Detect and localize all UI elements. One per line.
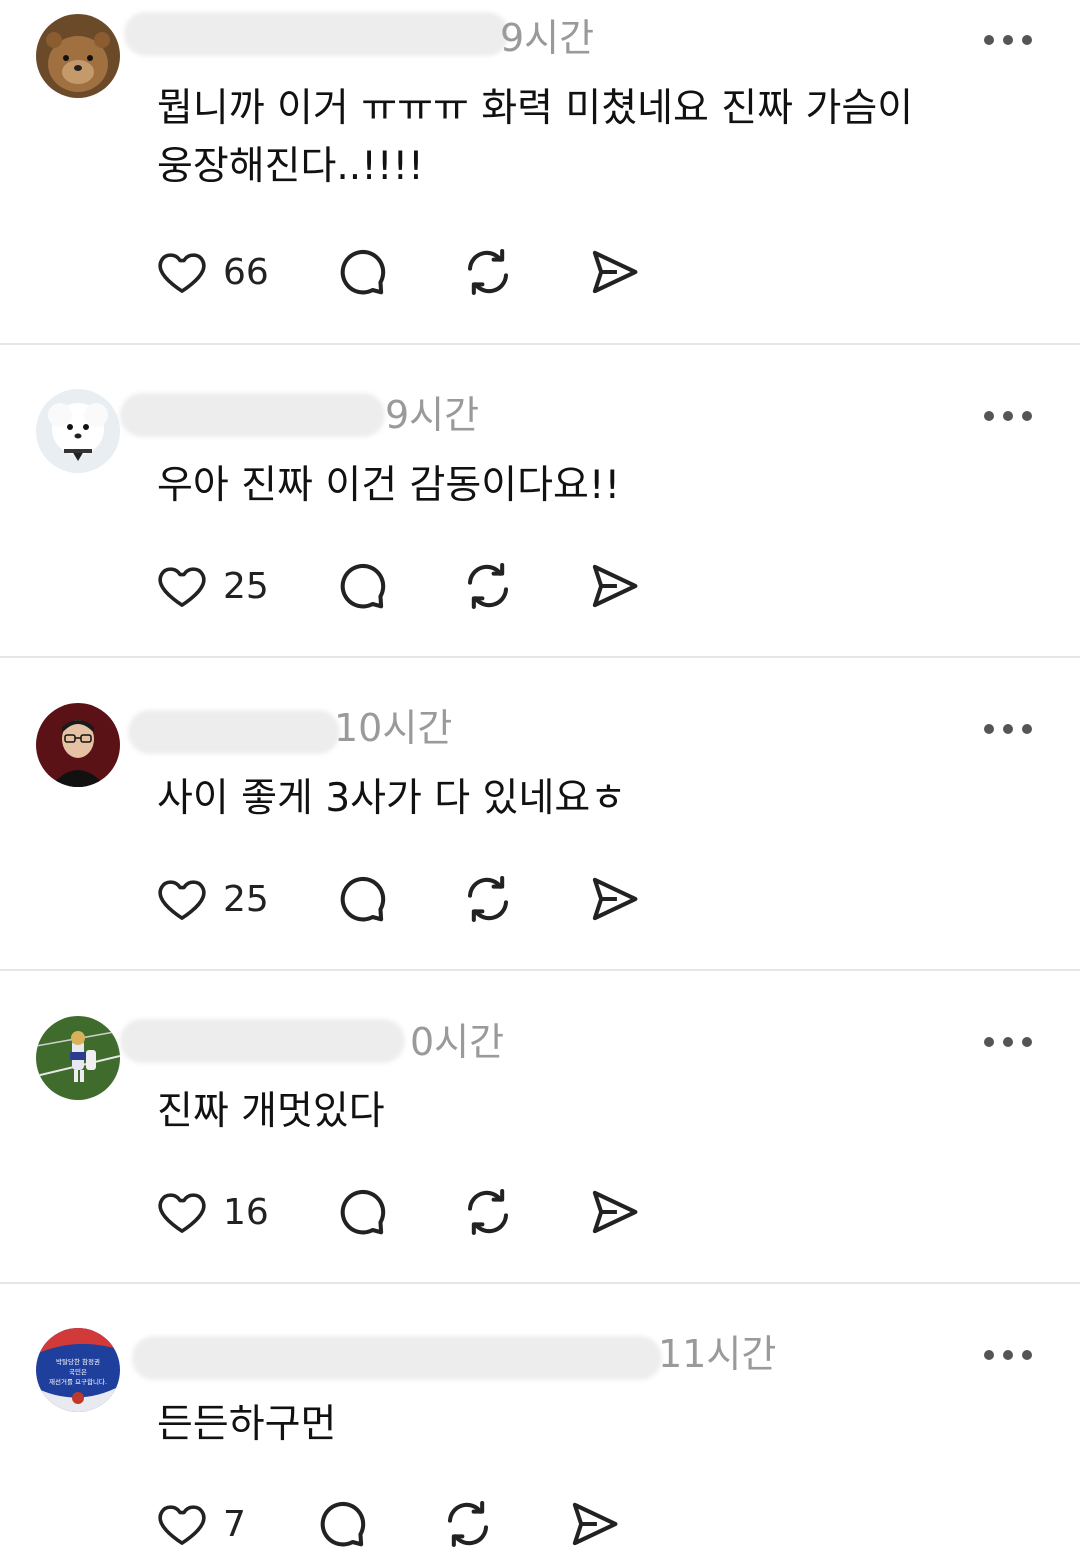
share-icon	[592, 877, 638, 921]
comment-item: 0시간 진짜 개멋있다 16	[0, 971, 1080, 1282]
like-button[interactable]: 66	[155, 244, 269, 300]
timestamp: 9시간	[385, 393, 480, 437]
avatar-caption: 국민은	[69, 1367, 87, 1376]
more-dots-icon[interactable]	[984, 1350, 1032, 1362]
more-dots-icon[interactable]	[984, 35, 1032, 47]
repost-button[interactable]	[441, 1496, 495, 1552]
comment-text: 뭡니까 이거 ㅠㅠㅠ 화력 미쳤네요 진짜 가슴이 웅장해진다..!!!!	[157, 80, 1037, 196]
action-bar: 66	[155, 244, 675, 300]
avatar-caption: 재선거를 요구합니다.	[49, 1377, 107, 1386]
share-icon	[592, 250, 638, 294]
repost-button[interactable]	[461, 1184, 515, 1240]
comment-item: 박탈당한 참정권 국민은 재선거를 요구합니다. 11시간 든든하구먼 7	[0, 1284, 1080, 1558]
like-button[interactable]: 16	[155, 1184, 269, 1240]
white-dog-avatar[interactable]	[36, 389, 120, 473]
share-button[interactable]	[587, 244, 641, 300]
reply-button[interactable]	[335, 1184, 389, 1240]
badge-avatar[interactable]: 박탈당한 참정권 국민은 재선거를 요구합니다.	[36, 1328, 120, 1412]
username-blurred[interactable]	[132, 1336, 662, 1380]
repost-icon	[467, 1189, 509, 1235]
man-glasses-avatar[interactable]	[36, 703, 120, 787]
comment-icon	[320, 1501, 366, 1547]
comment-icon	[340, 249, 386, 295]
comment-text-line: 우아 진짜 이건 감동이다요!!	[157, 463, 621, 508]
share-button[interactable]	[567, 1496, 621, 1552]
timestamp: 0시간	[410, 1020, 505, 1064]
like-button[interactable]: 7	[155, 1496, 246, 1552]
heart-icon	[158, 1505, 206, 1545]
repost-button[interactable]	[461, 871, 515, 927]
repost-button[interactable]	[461, 558, 515, 614]
more-dots-icon[interactable]	[984, 411, 1032, 423]
repost-icon	[467, 876, 509, 922]
comment-text: 든든하구먼	[157, 1396, 1037, 1454]
comment-icon	[340, 563, 386, 609]
like-count: 66	[223, 251, 269, 293]
share-icon	[592, 1190, 638, 1234]
username-blurred[interactable]	[128, 710, 340, 754]
share-button[interactable]	[587, 1184, 641, 1240]
comment-text-line: 든든하구먼	[157, 1402, 337, 1447]
comment-text-line: 웅장해진다..!!!!	[157, 144, 424, 189]
reply-button[interactable]	[335, 244, 389, 300]
action-bar: 7	[155, 1496, 675, 1552]
reply-button[interactable]	[335, 558, 389, 614]
comment-item: 9시간 뭡니까 이거 ㅠㅠㅠ 화력 미쳤네요 진짜 가슴이 웅장해진다..!!!…	[0, 0, 1080, 343]
comment-item: 9시간 우아 진짜 이건 감동이다요!! 25	[0, 345, 1080, 656]
username-blurred[interactable]	[120, 393, 385, 437]
timestamp: 9시간	[500, 16, 595, 60]
like-count: 25	[223, 565, 269, 607]
avatar-caption: 박탈당한 참정권	[56, 1357, 100, 1366]
reply-button[interactable]	[335, 871, 389, 927]
like-button[interactable]: 25	[155, 558, 269, 614]
heart-icon	[158, 1193, 206, 1233]
comment-text-line: 사이 좋게 3사가 다 있네요ㅎ	[157, 776, 627, 821]
comment-item: 10시간 사이 좋게 3사가 다 있네요ㅎ 25	[0, 658, 1080, 969]
timestamp: 10시간	[334, 706, 453, 750]
heart-icon	[158, 567, 206, 607]
share-icon	[572, 1502, 618, 1546]
timestamp: 11시간	[658, 1332, 777, 1376]
share-button[interactable]	[587, 871, 641, 927]
share-icon	[592, 564, 638, 608]
stadium-mascot-avatar[interactable]	[36, 1016, 120, 1100]
comment-text: 진짜 개멋있다	[157, 1083, 1037, 1141]
comment-text-line: 뭡니까 이거 ㅠㅠㅠ 화력 미쳤네요 진짜 가슴이	[157, 86, 914, 131]
username-blurred[interactable]	[120, 1019, 405, 1063]
comment-text: 사이 좋게 3사가 다 있네요ㅎ	[157, 770, 1037, 828]
action-bar: 25	[155, 558, 675, 614]
like-count: 25	[223, 878, 269, 920]
like-count: 16	[223, 1191, 269, 1233]
more-dots-icon[interactable]	[984, 724, 1032, 736]
comment-icon	[340, 1189, 386, 1235]
quokka-avatar[interactable]	[36, 14, 120, 98]
heart-icon	[158, 880, 206, 920]
repost-icon	[467, 563, 509, 609]
share-button[interactable]	[587, 558, 641, 614]
repost-icon	[447, 1501, 489, 1547]
like-button[interactable]: 25	[155, 871, 269, 927]
repost-button[interactable]	[461, 244, 515, 300]
reply-button[interactable]	[315, 1496, 369, 1552]
username-blurred[interactable]	[124, 12, 509, 56]
action-bar: 25	[155, 871, 675, 927]
more-dots-icon[interactable]	[984, 1037, 1032, 1049]
repost-icon	[467, 249, 509, 295]
heart-icon	[158, 253, 206, 293]
action-bar: 16	[155, 1184, 675, 1240]
comment-text-line: 진짜 개멋있다	[157, 1089, 385, 1134]
like-count: 7	[223, 1503, 246, 1545]
comment-icon	[340, 876, 386, 922]
comment-text: 우아 진짜 이건 감동이다요!!	[157, 457, 1037, 515]
